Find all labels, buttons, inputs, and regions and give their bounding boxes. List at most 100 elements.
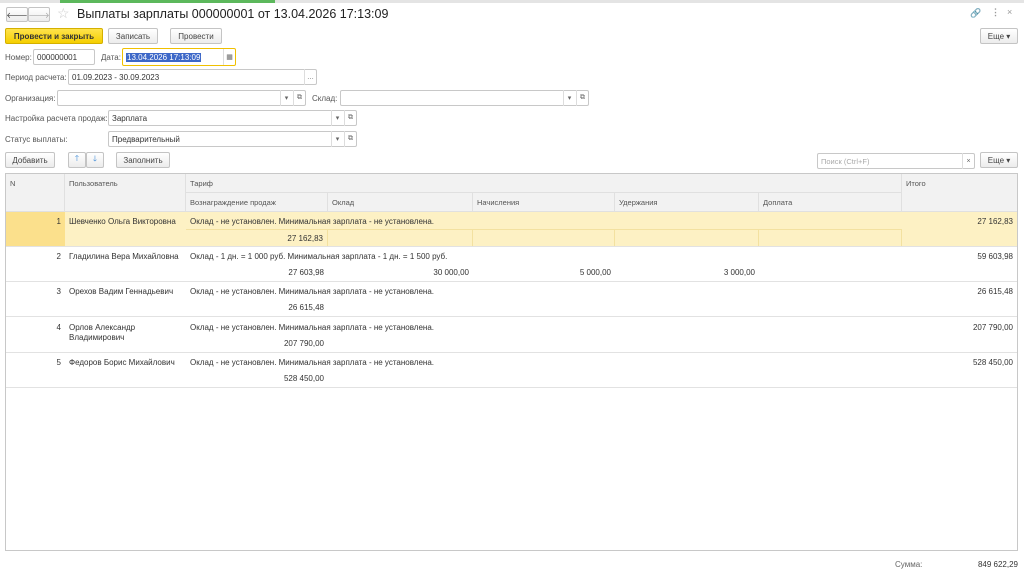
header-accruals[interactable]: Начисления bbox=[473, 193, 615, 212]
post-button[interactable]: Провести bbox=[170, 28, 222, 44]
row-salary[interactable] bbox=[328, 299, 473, 316]
row-surcharge[interactable] bbox=[759, 335, 902, 352]
row-accruals[interactable]: 5 000,00 bbox=[473, 264, 615, 281]
close-icon[interactable]: × bbox=[1007, 7, 1012, 17]
forward-button[interactable]: 🡒 bbox=[28, 7, 50, 22]
number-label: Номер: bbox=[5, 53, 32, 62]
search-placeholder: Поиск (Ctrl+F) bbox=[821, 156, 870, 166]
warehouse-field[interactable]: ▾ ⧉ bbox=[340, 90, 589, 106]
table-row[interactable]: 3 Орехов Вадим Геннадьевич Оклад - не ус… bbox=[6, 282, 1017, 318]
header-reward[interactable]: Вознаграждение продаж bbox=[186, 193, 328, 212]
row-number: 5 bbox=[56, 357, 61, 367]
star-favorite-icon[interactable]: ☆ bbox=[57, 5, 70, 22]
row-surcharge[interactable] bbox=[759, 264, 902, 281]
row-accruals[interactable] bbox=[473, 335, 615, 352]
header-user[interactable]: Пользователь bbox=[65, 174, 186, 212]
table-row[interactable]: 5 Федоров Борис Михайлович Оклад - не ус… bbox=[6, 353, 1017, 388]
header-surcharge[interactable]: Доплата bbox=[759, 193, 902, 212]
sum-label: Сумма: bbox=[895, 560, 923, 569]
link-icon[interactable]: 🔗 bbox=[970, 8, 981, 19]
row-deductions[interactable] bbox=[615, 370, 759, 387]
ellipsis-button[interactable]: … bbox=[304, 69, 316, 85]
date-value: 13.04.2026 17:13:09 bbox=[126, 52, 202, 62]
row-tariff[interactable]: Оклад - 1 дн. = 1 000 руб. Минимальная з… bbox=[186, 252, 451, 261]
open-icon[interactable]: ⧉ bbox=[576, 90, 588, 106]
period-field[interactable]: 01.09.2023 - 30.09.2023 … bbox=[68, 69, 317, 85]
search-input[interactable]: Поиск (Ctrl+F) × bbox=[817, 153, 975, 169]
page-title: Выплаты зарплаты 000000001 от 13.04.2026… bbox=[77, 7, 389, 21]
row-total: 207 790,00 bbox=[972, 322, 1013, 332]
more-actions-icon[interactable]: ⋮ bbox=[991, 7, 1000, 18]
row-total: 26 615,48 bbox=[977, 287, 1013, 297]
payments-table[interactable]: N Пользователь Тариф Вознаграждение прод… bbox=[5, 173, 1018, 551]
row-tariff[interactable]: Оклад - не установлен. Минимальная зарпл… bbox=[186, 217, 438, 226]
dropdown-icon[interactable]: ▾ bbox=[331, 131, 343, 147]
sales-setting-field[interactable]: Зарплата ▾ ⧉ bbox=[108, 110, 357, 126]
header-total[interactable]: Итого bbox=[902, 174, 1017, 212]
fill-button[interactable]: Заполнить bbox=[116, 152, 170, 168]
row-deductions[interactable] bbox=[615, 299, 759, 316]
header-deductions[interactable]: Удержания bbox=[615, 193, 759, 212]
row-accruals[interactable] bbox=[473, 229, 615, 246]
row-reward[interactable]: 207 790,00 bbox=[186, 335, 328, 352]
row-salary[interactable] bbox=[328, 370, 473, 387]
row-deductions[interactable] bbox=[615, 335, 759, 352]
table-row[interactable]: 4 Орлов Александр Владимирович Оклад - н… bbox=[6, 318, 1017, 353]
row-salary[interactable]: 30 000,00 bbox=[328, 264, 473, 281]
date-field[interactable]: 13.04.2026 17:13:09 ▦ bbox=[122, 48, 236, 66]
row-total: 27 162,83 bbox=[977, 217, 1013, 226]
row-deductions[interactable] bbox=[615, 229, 759, 246]
row-user[interactable]: Орехов Вадим Геннадьевич bbox=[65, 287, 186, 297]
row-number: 3 bbox=[56, 287, 61, 297]
row-surcharge[interactable] bbox=[759, 299, 902, 316]
dropdown-icon[interactable]: ▾ bbox=[280, 90, 292, 106]
number-field[interactable]: 000000001 bbox=[33, 49, 95, 65]
row-user[interactable]: Орлов Александр Владимирович bbox=[65, 323, 186, 343]
open-icon[interactable]: ⧉ bbox=[293, 90, 305, 106]
dropdown-icon[interactable]: ▾ bbox=[331, 110, 343, 126]
row-surcharge[interactable] bbox=[759, 229, 902, 246]
row-total: 59 603,98 bbox=[977, 252, 1013, 262]
table-row[interactable]: 2 Гладилина Вера Михайловна Оклад - 1 дн… bbox=[6, 247, 1017, 283]
row-salary[interactable] bbox=[328, 335, 473, 352]
row-user[interactable]: Гладилина Вера Михайловна bbox=[65, 252, 186, 262]
row-user[interactable]: Шевченко Ольга Викторовна bbox=[65, 217, 186, 227]
open-icon[interactable]: ⧉ bbox=[344, 131, 356, 147]
more-button[interactable]: Еще ▾ bbox=[980, 28, 1018, 44]
row-reward[interactable]: 26 615,48 bbox=[186, 299, 328, 316]
header-salary[interactable]: Оклад bbox=[328, 193, 473, 212]
row-salary[interactable] bbox=[328, 229, 473, 246]
status-label: Статус выплаты: bbox=[5, 135, 68, 144]
sales-setting-label: Настройка расчета продаж: bbox=[5, 114, 108, 123]
open-icon[interactable]: ⧉ bbox=[344, 110, 356, 126]
row-user[interactable]: Федоров Борис Михайлович bbox=[65, 358, 186, 368]
row-reward[interactable]: 27 162,83 bbox=[186, 229, 328, 246]
calendar-icon[interactable]: ▦ bbox=[223, 49, 235, 65]
back-button[interactable]: 🡐 bbox=[6, 7, 28, 22]
row-number: 1 bbox=[6, 212, 65, 246]
row-accruals[interactable] bbox=[473, 299, 615, 316]
sales-setting-value: Зарплата bbox=[112, 113, 148, 123]
header-tariff[interactable]: Тариф bbox=[186, 174, 902, 193]
save-button[interactable]: Записать bbox=[108, 28, 158, 44]
period-value: 01.09.2023 - 30.09.2023 bbox=[72, 72, 160, 82]
dropdown-icon[interactable]: ▾ bbox=[563, 90, 575, 106]
row-tariff[interactable]: Оклад - не установлен. Минимальная зарпл… bbox=[186, 358, 438, 367]
move-down-button[interactable]: 🡓 bbox=[86, 152, 104, 168]
add-button[interactable]: Добавить bbox=[5, 152, 55, 168]
move-up-button[interactable]: 🡑 bbox=[68, 152, 86, 168]
table-more-button[interactable]: Еще ▾ bbox=[980, 152, 1018, 168]
row-surcharge[interactable] bbox=[759, 370, 902, 387]
clear-icon[interactable]: × bbox=[962, 153, 974, 169]
organization-field[interactable]: ▾ ⧉ bbox=[57, 90, 306, 106]
row-tariff[interactable]: Оклад - не установлен. Минимальная зарпл… bbox=[186, 287, 438, 296]
status-field[interactable]: Предварительный ▾ ⧉ bbox=[108, 131, 357, 147]
row-reward[interactable]: 528 450,00 bbox=[186, 370, 328, 387]
header-n[interactable]: N bbox=[6, 174, 65, 212]
row-accruals[interactable] bbox=[473, 370, 615, 387]
row-tariff[interactable]: Оклад - не установлен. Минимальная зарпл… bbox=[186, 323, 438, 332]
row-deductions[interactable]: 3 000,00 bbox=[615, 264, 759, 281]
post-and-close-button[interactable]: Провести и закрыть bbox=[5, 28, 103, 44]
table-row[interactable]: 1 Шевченко Ольга Викторовна Оклад - не у… bbox=[6, 212, 1017, 247]
row-reward[interactable]: 27 603,98 bbox=[186, 264, 328, 281]
